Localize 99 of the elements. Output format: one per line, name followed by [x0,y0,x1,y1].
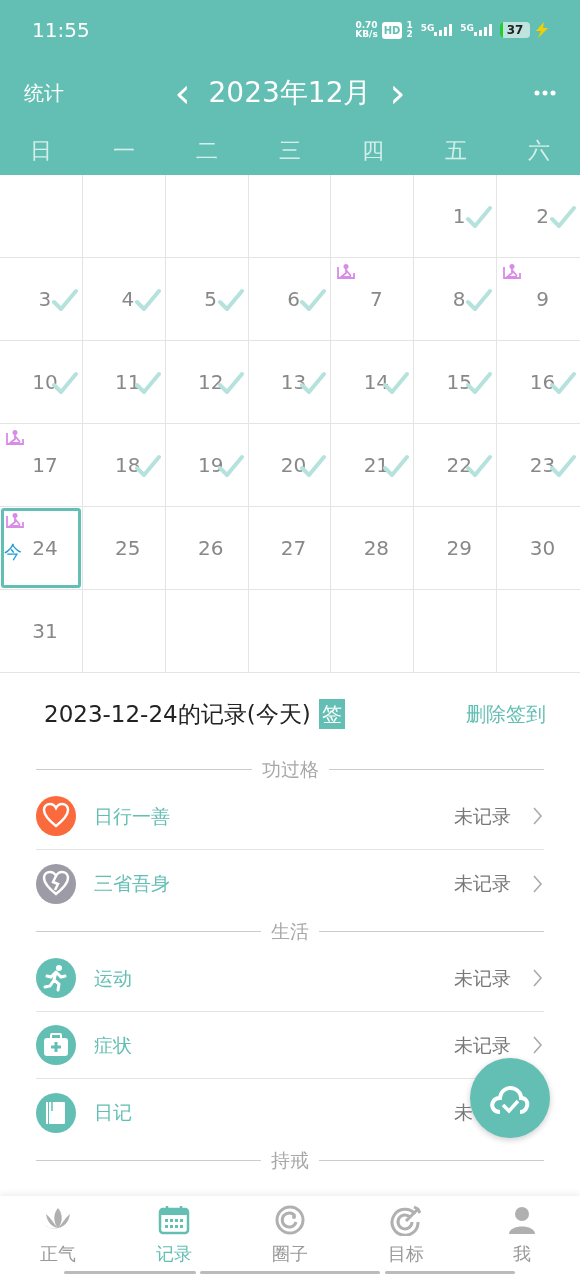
previous-month-button[interactable]: ‹ [156,72,209,113]
calendar-cell[interactable]: 3 [0,258,83,341]
day-number[interactable]: 9 [536,284,549,314]
person-icon [506,1204,538,1236]
day-number[interactable]: 27 [280,533,307,563]
network-type: 5G [420,24,435,33]
record-status: 未记录 [454,803,512,829]
day-number[interactable]: 24 [32,533,58,563]
ring-icon [274,1204,306,1236]
weekday-label: 日 [29,136,54,165]
calendar-cell[interactable]: 8 [414,258,498,341]
day-number[interactable]: 17 [32,450,58,480]
calendar-icon [158,1204,190,1236]
calendar-cell[interactable]: 31 [0,590,83,673]
battery-icon: 37 [500,22,530,38]
weekday-label: 六 [526,136,551,165]
calendar-cell[interactable]: 9 [497,258,580,341]
sign-badge: 签 [318,699,345,729]
calendar-cell[interactable]: 28 [331,507,415,590]
record-status: 未记录 [454,871,512,897]
more-icon[interactable] [534,89,556,96]
signal-icon [474,24,492,36]
record-title: 2023-12-24的记录(今天) [44,699,311,729]
day-number[interactable]: 22 [446,450,472,480]
day-number[interactable]: 30 [529,533,556,563]
lightning-icon [534,22,550,38]
calendar-cell[interactable]: 27 [248,507,332,590]
calendar-cell[interactable]: 17 [0,424,83,507]
record-name[interactable]: 日记 [94,1098,132,1127]
chevron-icon[interactable] [532,1035,544,1055]
record-name[interactable]: 症状 [94,1030,132,1060]
weekday-label: 四 [360,136,385,165]
next-month-button[interactable]: › [371,72,424,113]
day-number[interactable]: 4 [121,284,135,314]
section-title: 生活 [270,918,310,944]
section-title: 持戒 [270,1147,310,1173]
calendar-cell[interactable]: 4 [82,258,166,341]
target-icon [390,1204,422,1236]
chevron-icon[interactable] [532,806,544,826]
calendar-cell[interactable]: 21 [331,424,415,507]
calendar-cell[interactable]: 29 [414,507,498,590]
nav-tab[interactable]: 正气 [0,1196,116,1276]
weekday-label: 五 [443,136,468,165]
weekday-label: 二 [195,136,220,165]
calendar-cell[interactable]: 今 24 [0,507,83,590]
day-number[interactable]: 29 [446,533,472,563]
sim-number: 1 [406,21,413,30]
day-number[interactable]: 11 [115,367,141,397]
chevron-icon[interactable] [532,968,544,988]
day-number[interactable]: 12 [197,367,224,397]
calendar-cell[interactable]: 5 [165,258,249,341]
weekday-label: 三 [278,136,302,165]
calendar-cell[interactable]: 30 [497,507,580,590]
day-number[interactable]: 1 [452,201,466,231]
statistics-link[interactable]: 统计 [24,77,64,108]
section-title: 功过格 [260,756,320,782]
chevron-icon[interactable] [532,873,544,894]
day-number[interactable]: 8 [452,284,466,314]
day-number[interactable]: 6 [287,284,300,314]
calendar-cell[interactable]: 26 [165,507,249,590]
speed-unit: KB/s [355,30,378,39]
delete-checkin-link[interactable]: 删除签到 [466,699,546,729]
record-status: 未记录 [454,965,512,991]
day-number[interactable]: 5 [204,284,217,314]
nav-tab[interactable]: 圈子 [232,1196,348,1276]
weekday-label: 一 [112,136,137,165]
day-number[interactable]: 2 [536,201,549,231]
sim-number: 2 [406,30,413,39]
record-name[interactable]: 三省吾身 [94,869,170,898]
hd-badge: HD [381,21,403,39]
nav-tab[interactable]: 记录 [116,1196,232,1276]
day-number[interactable]: 7 [370,284,383,314]
day-number[interactable]: 28 [363,533,390,563]
day-number[interactable]: 26 [197,533,224,563]
status-time: 11:55 [32,17,90,44]
calendar-cell[interactable]: 11 [82,341,166,424]
calendar-cell[interactable]: 1 [414,175,498,258]
month-title: 2023年12月 [208,74,372,111]
network-speed: 0.70 [355,21,378,30]
day-number[interactable]: 31 [32,616,58,646]
calendar-cell[interactable]: 22 [414,424,498,507]
cloud-sync-button[interactable] [470,1058,550,1138]
calendar-cell[interactable]: 12 [165,341,249,424]
calendar-cell[interactable]: 25 [82,507,166,590]
record-name[interactable]: 日行一善 [94,801,170,831]
nav-tab[interactable]: 目标 [348,1196,464,1276]
signal-icon [434,24,453,36]
today-label: 今 [4,540,22,564]
record-status: 未 [454,1100,474,1126]
record-status: 未记录 [454,1032,512,1058]
day-number[interactable]: 3 [38,284,52,314]
calendar-cell[interactable]: 7 [331,258,415,341]
day-number[interactable]: 25 [115,533,141,563]
network-type: 5G [460,24,474,33]
nav-tab[interactable]: 我 [464,1196,580,1276]
calendar-cell[interactable]: 6 [248,258,332,341]
record-name[interactable]: 运动 [94,963,132,993]
day-number[interactable]: 21 [363,450,390,480]
calendar-cell[interactable]: 2 [497,175,580,258]
